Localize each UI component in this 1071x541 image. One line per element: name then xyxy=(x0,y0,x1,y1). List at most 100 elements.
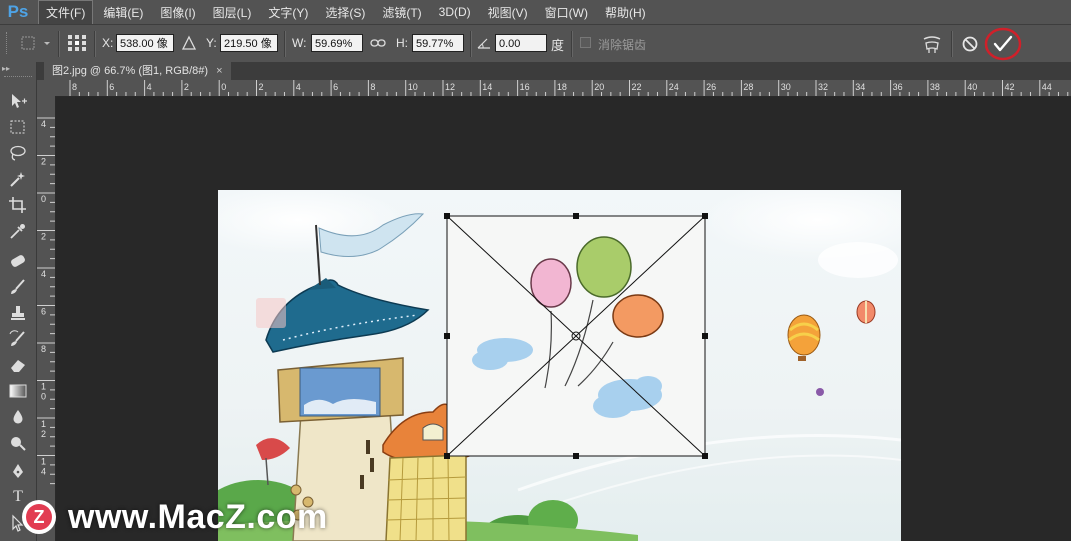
ruler-label: 28 xyxy=(743,82,753,92)
separator xyxy=(951,31,953,57)
lasso-tool[interactable] xyxy=(6,142,30,164)
watermark: Z www.MacZ.com xyxy=(22,497,328,537)
vertical-ruler[interactable]: 4202468101214 xyxy=(37,96,56,541)
ruler-label: 4 xyxy=(41,119,46,129)
magic-wand-icon xyxy=(10,172,25,187)
menu-select[interactable]: 选择(S) xyxy=(318,1,372,24)
ruler-label: 40 xyxy=(967,82,977,92)
document-tab[interactable]: 图2.jpg @ 66.7% (图1, RGB/8#) × xyxy=(44,62,231,80)
ruler-label: 2 xyxy=(259,82,264,92)
eraser-tool[interactable] xyxy=(6,354,30,376)
h-label: H: xyxy=(396,36,408,50)
magic-wand-tool[interactable] xyxy=(6,168,30,190)
pen-tool[interactable] xyxy=(6,460,30,482)
pen-tool-icon xyxy=(13,464,23,478)
reference-point-grid[interactable] xyxy=(66,33,88,56)
ruler-label: 0 xyxy=(221,82,226,92)
ruler-label: 8 xyxy=(370,82,375,92)
brush-tool[interactable] xyxy=(6,276,30,298)
menu-view[interactable]: 视图(V) xyxy=(481,1,535,24)
ruler-origin[interactable] xyxy=(37,80,56,96)
gradient-tool-icon xyxy=(9,384,27,398)
delta-icon xyxy=(181,35,197,50)
close-tab-icon[interactable]: × xyxy=(216,62,222,80)
y-position-input[interactable]: 219.50 像 xyxy=(220,34,278,52)
transform-preset-icon xyxy=(21,36,50,50)
vertical-ruler-ticks: 4202468101214 xyxy=(37,117,55,485)
cancel-transform-button[interactable] xyxy=(960,34,980,57)
document-image[interactable] xyxy=(218,190,901,541)
cancel-icon xyxy=(962,36,978,52)
ruler-label: 42 xyxy=(1005,82,1015,92)
menu-help[interactable]: 帮助(H) xyxy=(598,1,653,24)
checkmark-icon xyxy=(984,27,1022,61)
document-tab-title: 图2.jpg @ 66.7% (图1, RGB/8#) xyxy=(52,65,209,77)
menu-layer[interactable]: 图层(L) xyxy=(206,1,259,24)
antialias-checkbox[interactable] xyxy=(580,37,591,48)
crop-tool-icon xyxy=(9,197,26,213)
move-tool-icon xyxy=(12,94,27,108)
menu-window[interactable]: 窗口(W) xyxy=(538,1,595,24)
commit-transform-button[interactable] xyxy=(983,26,1023,65)
clone-stamp-tool[interactable] xyxy=(6,302,30,324)
lasso-tool-icon xyxy=(10,145,26,161)
eyedropper-tool[interactable] xyxy=(6,220,30,242)
move-tool[interactable] xyxy=(6,90,30,112)
healing-brush-tool[interactable] xyxy=(6,250,30,272)
width-input[interactable]: 59.69% xyxy=(311,34,363,52)
height-input[interactable]: 59.77% xyxy=(412,34,464,52)
document-tab-bar: 图2.jpg @ 66.7% (图1, RGB/8#) × xyxy=(37,62,1071,80)
history-brush-icon xyxy=(9,330,25,346)
ruler-label: 2 xyxy=(41,157,46,167)
x-position-input[interactable]: 538.00 像 xyxy=(116,34,174,52)
menu-filter[interactable]: 滤镜(T) xyxy=(375,1,428,24)
blur-tool[interactable] xyxy=(6,406,30,428)
ruler-label: 0 xyxy=(41,392,46,402)
ruler-label: 34 xyxy=(855,82,865,92)
history-brush-tool[interactable] xyxy=(6,328,30,350)
ruler-label: 44 xyxy=(1042,82,1052,92)
dodge-tool-icon xyxy=(11,437,26,451)
ruler-label: 0 xyxy=(41,194,46,204)
maintain-aspect-ratio-toggle[interactable] xyxy=(369,35,387,54)
panel-collapse-icon[interactable]: ▸▸ xyxy=(2,64,10,73)
ruler-label: 4 xyxy=(41,467,46,477)
marquee-tool[interactable] xyxy=(6,116,30,138)
x-label: X: xyxy=(102,36,114,50)
horizontal-ruler[interactable]: 8 6 4 2 0 2 4 6 8 10 12 14 16 18 20 22 24 26 28 30 32 34 36 38 4… xyxy=(56,80,1071,97)
clone-stamp-icon xyxy=(11,306,25,320)
menu-3d[interactable]: 3D(D) xyxy=(432,2,478,22)
ruler-label: 18 xyxy=(557,82,567,92)
panel-grip[interactable] xyxy=(4,76,32,78)
ruler-label: 4 xyxy=(41,269,46,279)
rotation-angle-input[interactable]: 0.00 xyxy=(495,34,547,52)
gradient-tool[interactable] xyxy=(6,380,30,402)
watermark-logo: Z xyxy=(22,500,56,534)
ruler-label: 22 xyxy=(632,82,642,92)
angle-icon xyxy=(477,38,490,49)
relative-position-toggle[interactable] xyxy=(181,34,197,55)
photoshop-logo: Ps xyxy=(7,2,29,21)
warp-mode-toggle[interactable] xyxy=(921,33,943,58)
options-grip[interactable] xyxy=(6,32,9,54)
menu-edit[interactable]: 编辑(E) xyxy=(96,1,150,24)
menu-image[interactable]: 图像(I) xyxy=(153,1,202,24)
menu-file[interactable]: 文件(F) xyxy=(38,0,94,25)
separator xyxy=(58,31,60,57)
rotation-angle-icon-wrap xyxy=(476,35,492,54)
reference-point-icon xyxy=(68,35,86,51)
ruler-label: 8 xyxy=(41,344,46,354)
ruler-label: 12 xyxy=(445,82,455,92)
separator xyxy=(94,31,96,57)
eyedropper-icon xyxy=(10,224,25,239)
dodge-tool[interactable] xyxy=(6,432,30,454)
menu-type[interactable]: 文字(Y) xyxy=(261,1,315,24)
ruler-label: 14 xyxy=(482,82,492,92)
separator xyxy=(284,31,286,57)
tool-preset-picker[interactable] xyxy=(18,34,54,55)
ruler-label: 8 xyxy=(72,82,77,92)
watermark-text: www.MacZ.com xyxy=(68,497,328,536)
crop-tool[interactable] xyxy=(6,194,30,216)
ruler-label: 2 xyxy=(41,232,46,242)
blur-tool-icon xyxy=(13,410,23,424)
